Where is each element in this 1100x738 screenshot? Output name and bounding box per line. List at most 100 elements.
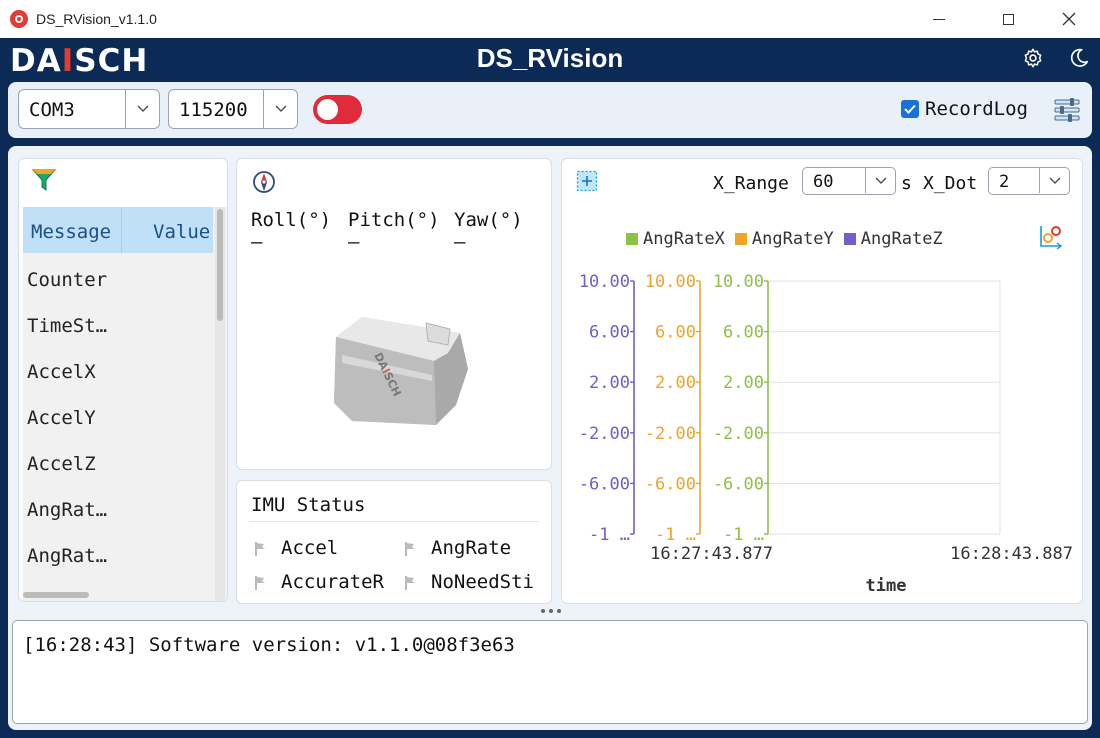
filter-button[interactable] [31,168,57,192]
chart-legend: AngRateX AngRateY AngRateZ [626,229,953,249]
table-row[interactable]: AccelY [27,407,96,429]
x-tick-label: 16:28:43.887 [950,544,1073,564]
record-log-checkbox[interactable] [901,100,919,118]
close-icon [1062,12,1076,26]
x-axis-label: time [866,576,907,596]
legend-item-angratex[interactable]: AngRateX [626,229,725,249]
table-row[interactable]: AccelX [27,361,96,383]
window-title: DS_RVision_v1.1.0 [36,11,157,27]
imu-status-title: IMU Status [251,494,366,516]
y-tick-label: 2.00 [655,373,696,393]
theme-toggle-button[interactable] [1068,47,1090,69]
y-tick-label: -1 … [655,525,696,545]
table-row[interactable]: AccelZ [27,453,96,475]
filter-icon [31,169,57,191]
minimize-button[interactable] [916,0,962,38]
legend-item-angratez[interactable]: AngRateZ [843,229,943,249]
chart-settings-icon [1040,226,1063,250]
pitch-label: Pitch(°) [348,209,440,231]
y-tick-label: -1 … [723,525,764,545]
column-header-message[interactable]: Message [31,221,111,243]
imu-status-panel: IMU Status Accel AngRate AccurateR NoNee… [236,480,552,604]
roll-label: Roll(°) [251,209,332,231]
chart-gridlines [768,280,1001,535]
moon-icon [1070,48,1089,67]
gear-icon [1024,48,1042,68]
chart-settings-button[interactable] [1038,223,1064,250]
chart-x-ticks: 16:27:43.877 16:28:43.887 [650,544,1073,564]
com-port-select[interactable]: COM3 [18,89,160,129]
roll-readout: Roll(°) – [251,209,332,253]
sliders-button[interactable] [1053,97,1081,123]
maximize-button[interactable] [985,0,1031,38]
gear-button[interactable] [1022,47,1044,69]
x-dot-value: 2 [999,172,1010,192]
chart-plot[interactable]: 10.00 6.00 2.00 -2.00 -6.00 -1 … 10.00 6.00 2.00… [568,209,1078,599]
legend-label: AngRateX [643,229,725,249]
x-range-label: X_Range [713,173,789,194]
close-button[interactable] [1046,0,1092,38]
legend-item-angratey[interactable]: AngRateY [734,229,834,249]
column-header-value[interactable]: Value [153,221,210,243]
table-row[interactable]: Counter [27,269,107,291]
table-row[interactable]: AngRat… [27,545,107,567]
table-row[interactable]: AngRat… [27,499,107,521]
message-table[interactable]: Message Value Counter TimeSt… AccelX Acc… [23,207,227,601]
device-3d-model[interactable]: DAISCH [322,309,472,429]
x-range-value: 60 [813,172,834,192]
select-area-icon [576,170,598,192]
angrate-chart[interactable]: 10.00 6.00 2.00 -2.00 -6.00 -1 … 10.00 6.00 2.00… [568,209,1078,599]
y-tick-label: 10.00 [713,272,764,292]
x-range-select[interactable]: 60 [802,167,896,195]
log-output[interactable]: [16:28:43] Software version: v1.1.0@08f3… [12,620,1088,724]
chevron-down-icon[interactable] [865,168,895,193]
y-tick-label: 6.00 [589,323,630,343]
legend-label: AngRateZ [860,229,943,249]
check-icon [904,104,916,114]
chart-axes: 10.00 6.00 2.00 -2.00 -6.00 -1 … 10.00 6.00 2.00… [579,272,769,545]
toggle-knob [317,99,338,120]
y-tick-label: 10.00 [579,272,630,292]
window-titlebar: DS_RVision_v1.1.0 [0,0,1100,38]
connect-toggle[interactable] [313,95,362,124]
chevron-down-icon[interactable] [125,90,159,128]
y-tick-label: 6.00 [655,323,696,343]
minimize-icon [933,18,945,20]
yaw-readout: Yaw(°) – [454,209,523,253]
maximize-icon [1002,13,1014,25]
main-content: Message Value Counter TimeSt… AccelX Acc… [8,146,1092,730]
x-range-unit: s [901,173,912,194]
scroll-thumb[interactable] [23,592,89,598]
status-noneedstill: NoNeedSti [431,571,534,593]
app-header: DAISCH DS_RVision [0,38,1100,82]
baud-rate-select[interactable]: 115200 [168,89,298,129]
log-line: [16:28:43] Software version: v1.1.0@08f3… [23,634,515,656]
pitch-readout: Pitch(°) – [348,209,440,253]
y-tick-label: -1 … [589,525,630,545]
y-tick-label: -6.00 [713,474,764,494]
y-tick-label: -2.00 [713,424,764,444]
compass-button[interactable] [251,169,277,195]
table-row[interactable]: TimeSt… [27,315,107,337]
chevron-down-icon[interactable] [263,90,297,128]
scroll-thumb[interactable] [217,209,223,321]
attitude-panel: Roll(°) – Pitch(°) – Yaw(°) – DAISCH [236,158,552,470]
compass-icon [253,171,275,193]
flag-icon [255,576,265,590]
chart-panel: X_Range 60 s X_Dot 2 10.00 6.00 2.00 -2.00-… [561,158,1083,604]
panel-splitter[interactable] [541,609,561,615]
chevron-down-icon[interactable] [1039,168,1069,193]
legend-label: AngRateY [751,229,834,249]
flag-icon [405,542,415,556]
status-angrate: AngRate [431,537,512,559]
vertical-scrollbar[interactable] [215,207,225,601]
app-title: DS_RVision [476,43,624,73]
horizontal-scrollbar[interactable] [23,589,213,599]
record-log-label[interactable]: RecordLog [925,98,1028,120]
daisch-logo: DAISCH [10,43,149,79]
flag-icon [405,576,415,590]
select-area-button[interactable] [576,170,598,192]
yaw-label: Yaw(°) [454,209,523,231]
x-dot-select[interactable]: 2 [988,167,1070,195]
message-panel: Message Value Counter TimeSt… AccelX Acc… [18,158,228,602]
